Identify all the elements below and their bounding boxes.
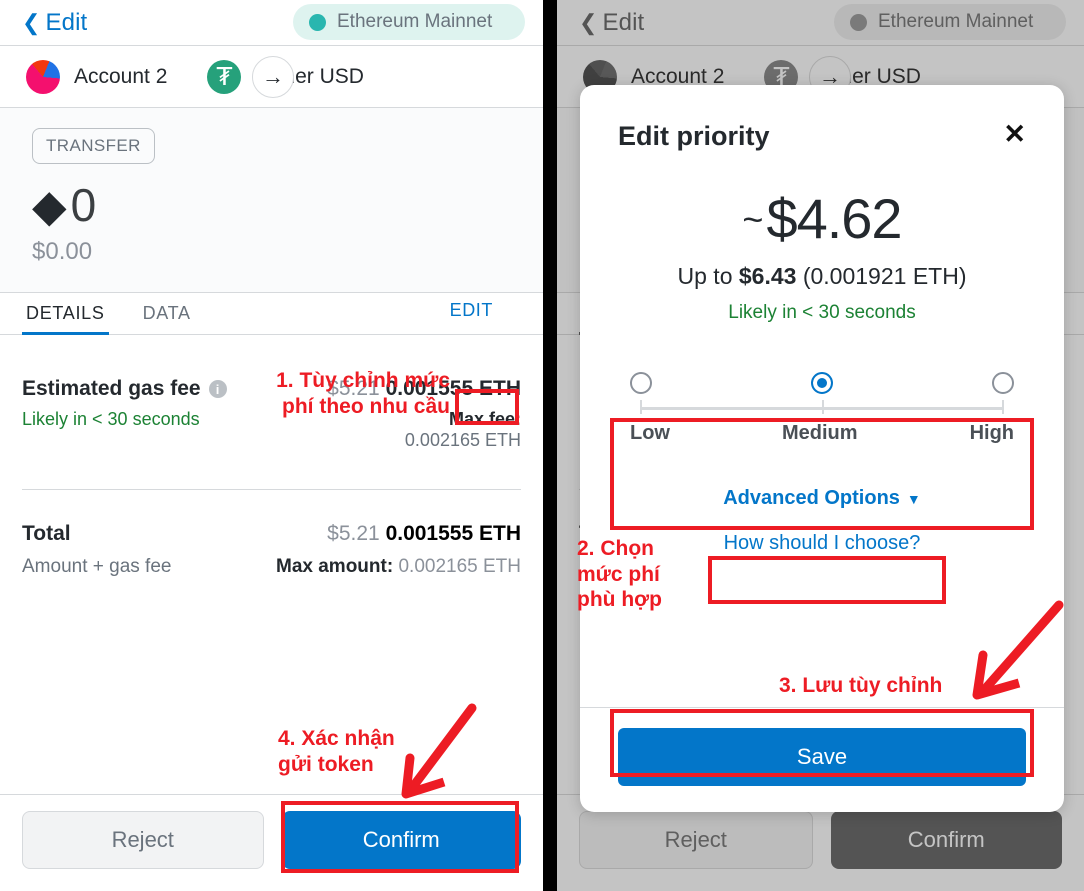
upto-amount: $6.43 bbox=[738, 263, 797, 289]
advanced-options-toggle[interactable]: Advanced Options ▼ bbox=[723, 487, 921, 510]
upto-prefix: Up to bbox=[677, 263, 739, 289]
topbar: ❮ Edit Ethereum Mainnet bbox=[0, 0, 543, 46]
total-eth: 0.001555 ETH bbox=[385, 522, 521, 545]
amount-fiat: $0.00 bbox=[32, 238, 93, 265]
back-edit-button[interactable]: ❮ Edit bbox=[22, 9, 87, 37]
priority-labels: Low Medium High bbox=[630, 422, 1014, 445]
network-status-dot-icon bbox=[309, 13, 326, 31]
modal-likely-time: Likely in < 30 seconds bbox=[728, 302, 916, 323]
confirm-button-dimmed: Confirm bbox=[830, 811, 1062, 869]
back-label: Edit bbox=[602, 8, 645, 36]
edit-priority-modal: Edit priority ✕ ~$4.62 Up to $6.43 (0.00… bbox=[580, 85, 1064, 812]
transfer-tag: TRANSFER bbox=[32, 128, 155, 164]
priority-track[interactable] bbox=[640, 400, 1004, 414]
total-row: Total $5.21 0.001555 ETH bbox=[22, 490, 521, 546]
estimated-gas-fee-label: Estimated gas fee bbox=[22, 377, 201, 400]
estimated-price: ~$4.62 bbox=[618, 186, 1026, 251]
total-value: $5.21 0.001555 ETH bbox=[327, 522, 521, 546]
radio-high[interactable] bbox=[992, 372, 1014, 394]
network-name: Ethereum Mainnet bbox=[878, 11, 1034, 32]
reject-button-dimmed: Reject bbox=[579, 811, 813, 869]
parties-row: Account 2 → Tether USD bbox=[0, 46, 543, 108]
panel-divider bbox=[543, 0, 557, 891]
sender[interactable]: Account 2 bbox=[26, 59, 168, 94]
topbar-dimmed: ❮ Edit Ethereum Mainnet bbox=[557, 0, 1084, 46]
info-icon[interactable]: i bbox=[208, 380, 227, 398]
label-medium[interactable]: Medium bbox=[782, 422, 858, 445]
chevron-left-icon: ❮ bbox=[22, 9, 41, 35]
total-sub-label: Amount + gas fee bbox=[22, 556, 172, 577]
label-low[interactable]: Low bbox=[630, 422, 670, 445]
caret-down-icon: ▼ bbox=[906, 490, 921, 507]
ethereum-diamond-icon: ◆ bbox=[32, 179, 67, 231]
action-footer: Reject Confirm bbox=[0, 794, 543, 891]
left-panel-confirm-screen: ❮ Edit Ethereum Mainnet Account 2 → Teth… bbox=[0, 0, 543, 891]
amount-row: ◆ 0 bbox=[32, 182, 543, 228]
confirm-button[interactable]: Confirm bbox=[281, 811, 521, 869]
sender-name: Account 2 bbox=[74, 64, 168, 88]
right-panel-edit-priority: ❮ Edit Ethereum Mainnet Account 2 → ₮ Te… bbox=[557, 0, 1084, 891]
approx-symbol: ~ bbox=[742, 199, 763, 240]
max-amount-value: 0.002165 ETH bbox=[398, 556, 521, 577]
arrow-right-icon: → bbox=[252, 55, 294, 98]
track-tick-low bbox=[640, 400, 642, 414]
metamask-confirm-view: ❮ Edit Ethereum Mainnet Account 2 → Teth… bbox=[0, 0, 543, 891]
network-selector[interactable]: Ethereum Mainnet bbox=[293, 4, 525, 40]
total-sub-row: Amount + gas fee Max amount: 0.002165 ET… bbox=[22, 556, 521, 578]
back-edit-button-dimmed: ❮ Edit bbox=[579, 9, 644, 37]
close-icon[interactable]: ✕ bbox=[1003, 121, 1026, 148]
upto-eth: (0.001921 ETH) bbox=[796, 263, 967, 289]
radio-low[interactable] bbox=[630, 372, 652, 394]
max-fee-value: 0.002165 ETH bbox=[404, 430, 521, 450]
account-avatar-icon bbox=[26, 59, 60, 94]
tether-token-icon bbox=[207, 59, 242, 94]
modal-content: ~$4.62 Up to $6.43 (0.001921 ETH) Likely… bbox=[580, 152, 1064, 707]
priority-selector: Low Medium High bbox=[618, 372, 1026, 445]
save-button[interactable]: Save bbox=[618, 728, 1026, 786]
priority-radios bbox=[630, 372, 1014, 394]
max-price-line: Up to $6.43 (0.001921 ETH) bbox=[618, 263, 1026, 290]
modal-title: Edit priority bbox=[618, 121, 770, 151]
annotation-step-4: 4. Xác nhận gửi token bbox=[278, 727, 395, 776]
track-tick-medium bbox=[822, 400, 824, 414]
tab-details[interactable]: DETAILS bbox=[22, 293, 109, 335]
reject-button[interactable]: Reject bbox=[22, 811, 264, 869]
label-high[interactable]: High bbox=[970, 422, 1014, 445]
estimated-gas-fee-label-group: Estimated gas fee i bbox=[22, 377, 227, 401]
amount-value: 0 bbox=[70, 179, 97, 231]
max-amount-label: Max amount: bbox=[276, 556, 394, 577]
screenshot-stage: ❮ Edit Ethereum Mainnet Account 2 → Teth… bbox=[0, 0, 1084, 891]
modal-footer: Save bbox=[580, 707, 1064, 812]
total-fiat: $5.21 bbox=[327, 522, 380, 545]
modal-header: Edit priority ✕ bbox=[580, 85, 1064, 152]
back-label: Edit bbox=[45, 8, 88, 36]
advanced-options-label: Advanced Options bbox=[723, 487, 900, 509]
price-value: $4.62 bbox=[766, 187, 902, 250]
network-selector-dimmed: Ethereum Mainnet bbox=[834, 4, 1066, 40]
network-name: Ethereum Mainnet bbox=[337, 11, 493, 32]
tab-data[interactable]: DATA bbox=[139, 293, 195, 334]
chevron-left-icon: ❮ bbox=[579, 9, 598, 35]
edit-gas-button[interactable]: EDIT bbox=[443, 297, 499, 324]
annotation-step-3: 3. Lưu tùy chỉnh bbox=[779, 674, 943, 697]
max-amount-block: Max amount: 0.002165 ETH bbox=[276, 556, 521, 578]
total-label: Total bbox=[22, 522, 71, 545]
radio-medium[interactable] bbox=[811, 372, 833, 394]
gas-likely-time: Likely in < 30 seconds bbox=[22, 409, 200, 429]
annotation-step-1: 1. Tùy chỉnh mức phí theo nhu cầu bbox=[276, 369, 450, 418]
track-tick-high bbox=[1002, 400, 1004, 414]
annotation-step-2: 2. Chọn mức phí phù hợp bbox=[577, 537, 662, 612]
transaction-hero: TRANSFER ◆ 0 $0.00 bbox=[0, 108, 543, 293]
network-status-dot-icon bbox=[850, 13, 867, 31]
